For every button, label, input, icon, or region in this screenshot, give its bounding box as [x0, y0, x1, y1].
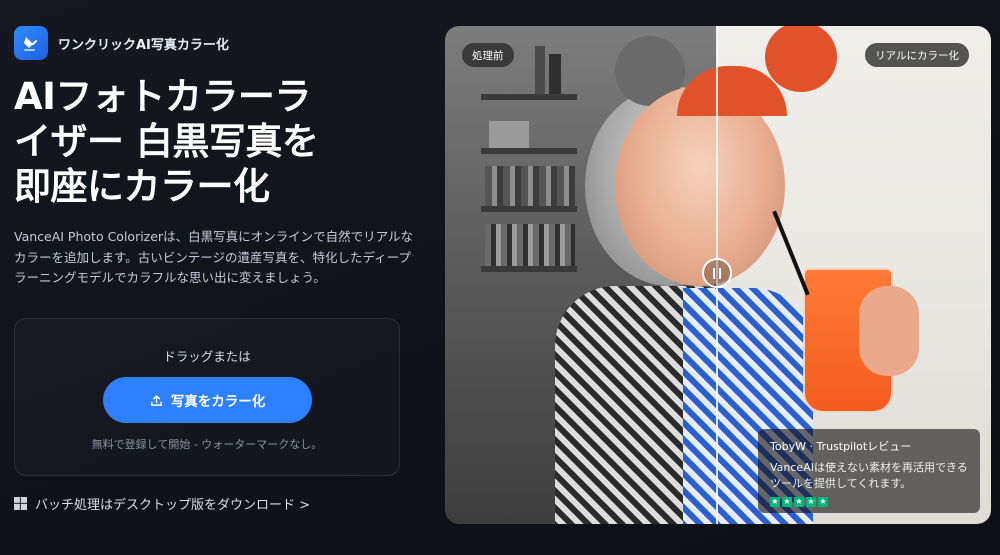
star-icon: ★: [782, 497, 792, 507]
star-icon: ★: [770, 497, 780, 507]
star-icon: ★: [794, 497, 804, 507]
hero-description: VanceAI Photo Colorizerは、白黒写真にオンラインで自然でリ…: [14, 229, 413, 285]
drag-text: ドラッグまたは: [163, 349, 251, 364]
before-tag: 処理前: [462, 43, 514, 67]
pause-icon[interactable]: [702, 258, 732, 288]
windows-icon: [14, 497, 27, 510]
colorize-photo-button[interactable]: 写真をカラー化: [103, 377, 312, 423]
upload-icon: [150, 394, 162, 406]
colorize-photo-label: 写真をカラー化: [170, 394, 266, 410]
brand-name: ワンクリックAI写真カラー化: [58, 37, 229, 53]
signup-note: 無料で登録して開始 - ウォーターマークなし。: [91, 438, 323, 451]
brand[interactable]: ワンクリックAI写真カラー化: [14, 26, 229, 60]
star-icon: ★: [806, 497, 816, 507]
paint-bucket-icon: [14, 26, 48, 60]
page-title: AIフォトカラーライザー 白黒写真を即座にカラー化: [14, 75, 319, 208]
before-after-comparison[interactable]: 処理前 リアルにカラー化 TobyW · Trustpilotレビュー Vanc…: [445, 26, 991, 524]
trustpilot-rating: ★ ★ ★ ★ ★: [770, 497, 968, 507]
upload-dropzone[interactable]: ドラッグまたは 写真をカラー化 無料で登録して開始 - ウォーターマークなし。: [14, 318, 400, 476]
review-author: TobyW · Trustpilotレビュー: [770, 440, 912, 453]
review-text: VanceAIは使えない素材を再活用できるツールを提供してくれます。: [770, 461, 968, 490]
review-card: TobyW · Trustpilotレビュー VanceAIは使えない素材を再活…: [758, 429, 980, 513]
desktop-download-label: バッチ処理はデスクトップ版をダウンロード >: [35, 498, 311, 513]
desktop-download-link[interactable]: バッチ処理はデスクトップ版をダウンロード >: [14, 494, 310, 513]
after-tag: リアルにカラー化: [865, 43, 969, 67]
star-icon: ★: [818, 497, 828, 507]
